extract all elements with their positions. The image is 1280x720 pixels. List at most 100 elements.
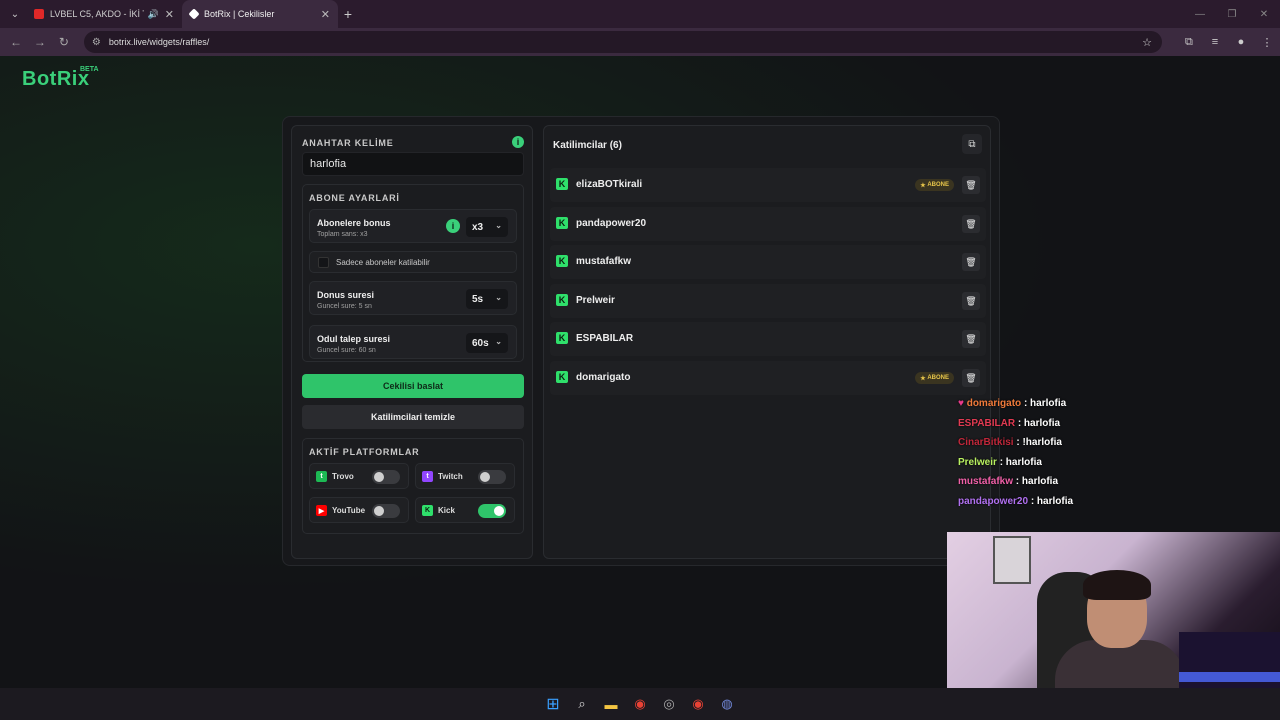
- subscriber-settings-label: ABONE AYARLARİ: [309, 193, 400, 203]
- twitch-icon: t: [422, 471, 433, 482]
- tab-close-icon[interactable]: ✕: [321, 8, 330, 21]
- media-controls-icon[interactable]: ≡: [1202, 36, 1228, 49]
- app-icon[interactable]: ◎: [655, 692, 684, 716]
- browser-menu-icon[interactable]: ⋮: [1254, 36, 1280, 49]
- chat-message: CinarBitkisi : !harlofia: [958, 437, 1158, 457]
- platform-youtube: ▶ YouTube: [309, 497, 409, 523]
- url-text: botrix.live/widgets/raffles/: [108, 37, 210, 47]
- wall-poster: [993, 536, 1031, 584]
- participants-panel: Katilimcilar (6) ⧉ K elizaBOTkirali ★ AB…: [543, 125, 991, 559]
- bonus-duration-subtitle: Guncel sure: 5 sn: [317, 303, 372, 310]
- kick-icon: K: [556, 371, 568, 383]
- bonus-duration-title: Donus suresi: [317, 290, 375, 300]
- claim-duration-select[interactable]: 60s ⌄: [466, 333, 508, 353]
- beta-badge: BETA: [80, 66, 99, 73]
- window-controls: — ❐ ✕: [1184, 0, 1280, 28]
- trovo-toggle[interactable]: [372, 470, 400, 484]
- chevron-down-icon: ⌄: [495, 293, 502, 302]
- windows-start-icon[interactable]: ⊞: [539, 692, 568, 716]
- chevron-down-icon: ⌄: [495, 337, 502, 346]
- bonus-duration-row: Donus suresi Guncel sure: 5 sn 5s ⌄: [309, 281, 517, 315]
- chat-text: : harlofia: [1030, 495, 1074, 507]
- toggle-knob: [374, 472, 384, 482]
- keyword-input[interactable]: [302, 152, 524, 176]
- tab-youtube[interactable]: LVBEL C5, AKDO - İKİ TANE 🔊 ✕: [26, 0, 182, 28]
- subscriber-badge: ★ ABONE: [915, 179, 954, 191]
- audio-icon[interactable]: 🔊: [148, 9, 159, 20]
- active-platforms: AKTİF PLATFORMLAR t Trovo t Twitch ▶ You…: [302, 438, 524, 534]
- chat-username: mustafafkw: [958, 476, 1014, 487]
- subs-only-row[interactable]: Sadece aboneler katilabilir: [309, 251, 517, 273]
- tab-close-icon[interactable]: ✕: [165, 8, 174, 21]
- raffle-widget: ANAHTAR KELİME i ABONE AYARLARİ Aboneler…: [282, 116, 1000, 566]
- copy-icon[interactable]: ⧉: [962, 134, 982, 154]
- minimize-icon[interactable]: —: [1184, 0, 1216, 28]
- search-icon[interactable]: ⌕: [568, 692, 597, 716]
- led-light: [1179, 672, 1280, 682]
- youtube-favicon-icon: [34, 9, 44, 19]
- info-icon[interactable]: i: [446, 219, 460, 233]
- delete-icon[interactable]: 🗑: [962, 292, 980, 310]
- keyword-label: ANAHTAR KELİME: [302, 138, 394, 148]
- kick-icon: K: [422, 505, 433, 516]
- active-platforms-label: AKTİF PLATFORMLAR: [309, 447, 420, 457]
- kick-icon: K: [556, 332, 568, 344]
- chat-username: CinarBitkisi: [958, 437, 1014, 448]
- kick-toggle[interactable]: [478, 504, 506, 518]
- taskbar: ⊞ ⌕ ▬ ◉ ◎ ◉ ◍: [0, 688, 1280, 720]
- claim-duration-row: Odul talep suresi Guncel sure: 60 sn 60s…: [309, 325, 517, 359]
- site-info-icon[interactable]: ⚙: [92, 37, 101, 48]
- delete-icon[interactable]: 🗑: [962, 330, 980, 348]
- delete-icon[interactable]: 🗑: [962, 215, 980, 233]
- streamer-hair: [1083, 570, 1151, 600]
- file-explorer-icon[interactable]: ▬: [597, 692, 626, 716]
- toggle-knob: [480, 472, 490, 482]
- participant-name: pandapower20: [576, 218, 647, 229]
- delete-icon[interactable]: 🗑: [962, 253, 980, 271]
- info-icon[interactable]: i: [512, 136, 524, 148]
- chat-message: ESPABILAR : harlofia: [958, 418, 1158, 438]
- tab-botrix[interactable]: BotRix | Cekilisler ✕: [182, 0, 338, 28]
- chat-username: pandapower20: [958, 495, 1029, 507]
- tab-title: LVBEL C5, AKDO - İKİ TANE: [50, 9, 144, 19]
- start-raffle-button[interactable]: Cekilisi baslat: [302, 374, 524, 398]
- clear-participants-button[interactable]: Katilimcilari temizle: [302, 405, 524, 429]
- delete-icon[interactable]: 🗑: [962, 369, 980, 387]
- maximize-icon[interactable]: ❐: [1216, 0, 1248, 28]
- chat-text: : !harlofia: [1016, 437, 1062, 448]
- subs-only-checkbox[interactable]: [318, 257, 329, 268]
- kick-icon: K: [556, 217, 568, 229]
- new-tab-button[interactable]: +: [338, 6, 358, 22]
- profile-avatar-icon[interactable]: ●: [1228, 36, 1254, 49]
- chrome-active-icon[interactable]: ◉: [684, 692, 713, 716]
- chat-text: : harlofia: [1017, 417, 1061, 429]
- back-icon[interactable]: ←: [4, 35, 28, 49]
- subscriber-bonus-subtitle: Toplam sans: x3: [317, 231, 368, 238]
- bookmark-star-icon[interactable]: ☆: [1142, 36, 1152, 49]
- twitch-toggle[interactable]: [478, 470, 506, 484]
- participants-title: Katilimcilar (6): [553, 140, 622, 151]
- platform-kick: K Kick: [415, 497, 515, 523]
- claim-duration-title: Odul talep suresi: [317, 334, 391, 344]
- participant-row: K Prelweir 🗑: [550, 284, 986, 318]
- reload-icon[interactable]: ↻: [52, 35, 76, 49]
- tab-search-button[interactable]: ⌄: [4, 3, 26, 25]
- chrome-icon[interactable]: ◉: [626, 692, 655, 716]
- participant-name: domarigato: [576, 372, 631, 383]
- close-window-icon[interactable]: ✕: [1248, 0, 1280, 28]
- forward-icon[interactable]: →: [28, 35, 52, 49]
- chat-username: domarigato: [966, 398, 1022, 409]
- subscriber-bonus-title: Abonelere bonus: [317, 218, 391, 228]
- youtube-toggle[interactable]: [372, 504, 400, 518]
- delete-icon[interactable]: 🗑: [962, 176, 980, 194]
- bonus-multiplier-select[interactable]: x3 ⌄: [466, 217, 508, 237]
- bonus-duration-select[interactable]: 5s ⌄: [466, 289, 508, 309]
- extensions-icon[interactable]: ⧉: [1176, 36, 1202, 49]
- platform-trovo: t Trovo: [309, 463, 409, 489]
- participant-name: ESPABILAR: [576, 333, 634, 344]
- subscriber-settings: ABONE AYARLARİ Abonelere bonus Toplam sa…: [302, 184, 524, 362]
- url-field[interactable]: ⚙ botrix.live/widgets/raffles/ ☆: [83, 31, 1162, 53]
- kick-icon: K: [556, 178, 568, 190]
- discord-icon[interactable]: ◍: [713, 692, 742, 716]
- platform-label: Twitch: [438, 472, 463, 481]
